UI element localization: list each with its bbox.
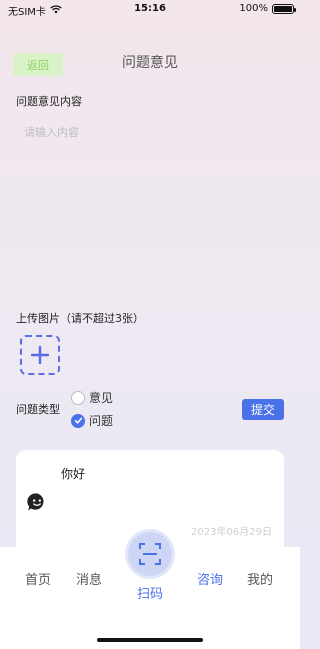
content-input[interactable]	[16, 118, 284, 298]
home-indicator	[97, 638, 203, 642]
type-option-opinion[interactable]: 意见	[71, 389, 113, 406]
type-option-label: 问题	[89, 414, 114, 428]
card-date: 2023年06月29日	[191, 527, 272, 538]
radio-checked-icon[interactable]	[71, 413, 85, 428]
type-label: 问题类型	[16, 403, 60, 416]
type-option-problem[interactable]: 问题	[71, 412, 113, 429]
card-message: 你好	[61, 467, 86, 481]
battery-percent: 100%	[239, 3, 268, 14]
battery-icon	[272, 3, 296, 14]
scan-label[interactable]: 扫码	[0, 583, 300, 602]
submit-button[interactable]: 提交	[242, 399, 284, 420]
page-title: 问题意见	[122, 55, 178, 71]
scan-icon	[139, 543, 161, 565]
battery-fill	[274, 5, 292, 12]
status-right: 100%	[239, 3, 296, 14]
radio-unchecked-icon[interactable]	[71, 390, 85, 405]
chat-bubble-icon	[27, 492, 47, 516]
content-label: 问题意见内容	[16, 95, 82, 108]
upload-label: 上传图片（请不超过3张）	[16, 312, 144, 325]
upload-image-button[interactable]	[20, 335, 60, 375]
scan-button[interactable]	[128, 532, 172, 576]
plus-icon	[31, 346, 49, 364]
type-option-label: 意见	[89, 391, 114, 405]
status-bar: 无SIM卡 15:16 100%	[0, 0, 300, 18]
